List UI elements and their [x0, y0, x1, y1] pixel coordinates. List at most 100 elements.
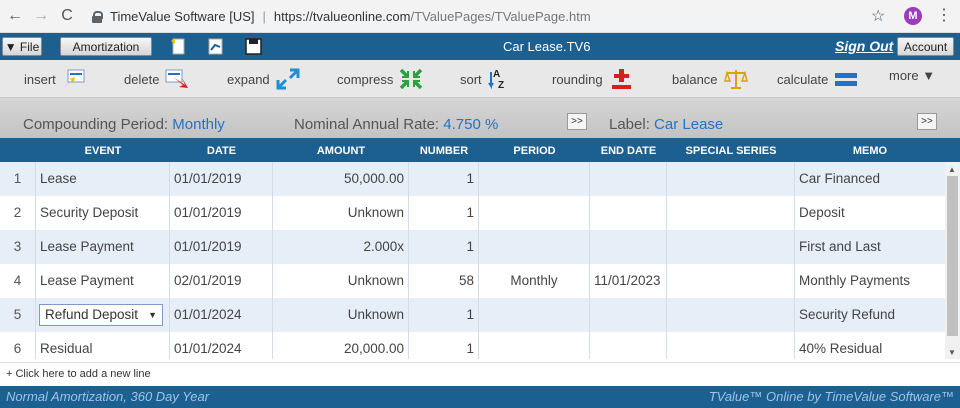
amount-cell[interactable]: 2.000x [273, 230, 409, 264]
memo-cell[interactable]: First and Last [795, 230, 945, 264]
add-new-line-link[interactable]: + Click here to add a new line [0, 362, 960, 384]
end-date-cell[interactable] [590, 162, 667, 196]
end-date-cell[interactable] [590, 298, 667, 332]
special-series-cell[interactable] [667, 230, 795, 264]
event-cell[interactable]: Lease Payment [36, 230, 170, 264]
sign-out-link[interactable]: Sign Out [835, 38, 893, 54]
memo-cell[interactable]: Car Financed [795, 162, 945, 196]
rate-value[interactable]: 4.750 % [443, 116, 498, 133]
memo-cell[interactable]: Security Refund [795, 298, 945, 332]
new-file-icon[interactable] [170, 38, 187, 55]
back-button[interactable]: ← [4, 5, 26, 27]
header-date: DATE [206, 145, 237, 157]
date-cell[interactable]: 01/01/2024 [170, 298, 273, 332]
end-date-cell[interactable] [590, 230, 667, 264]
amount-cell[interactable]: Unknown [273, 264, 409, 298]
period-cell[interactable] [479, 230, 590, 264]
row-number: 5 [0, 298, 36, 332]
compress-tool[interactable]: compress [337, 68, 423, 90]
special-series-cell[interactable] [667, 332, 795, 359]
forward-button[interactable]: → [30, 5, 52, 27]
memo-cell[interactable]: Monthly Payments [795, 264, 945, 298]
scroll-up-icon[interactable]: ▲ [948, 165, 956, 174]
expand-tool[interactable]: expand [227, 68, 300, 90]
table-row[interactable]: 2 Security Deposit 01/01/2019 Unknown 1 … [0, 196, 945, 230]
event-cell[interactable]: Refund Deposit ▼ [36, 298, 170, 332]
event-cell[interactable]: Residual [36, 332, 170, 359]
insert-tool[interactable]: insert [24, 68, 86, 90]
period-cell[interactable]: Monthly [479, 264, 590, 298]
bookmark-star-icon[interactable]: ☆ [871, 6, 885, 26]
url-path: /TValuePages/TValuePage.htm [410, 9, 591, 24]
number-cell[interactable]: 1 [409, 230, 479, 264]
period-cell[interactable] [479, 332, 590, 359]
event-cell[interactable]: Lease [36, 162, 170, 196]
label-label: Label: [609, 116, 650, 133]
calculate-equals-icon [835, 73, 858, 86]
table-row[interactable]: 1 Lease 01/01/2019 50,000.00 1 Car Finan… [0, 162, 945, 196]
amount-cell[interactable]: Unknown [273, 298, 409, 332]
scroll-down-icon[interactable]: ▼ [948, 348, 956, 357]
scrollbar-thumb[interactable] [947, 176, 958, 336]
event-cell[interactable]: Security Deposit [36, 196, 170, 230]
browser-menu-icon[interactable]: ⋮ [936, 5, 952, 25]
event-cell[interactable]: Lease Payment [36, 264, 170, 298]
date-cell[interactable]: 02/01/2019 [170, 264, 273, 298]
period-cell[interactable] [479, 298, 590, 332]
rounding-tool[interactable]: rounding [552, 68, 633, 90]
special-series-cell[interactable] [667, 196, 795, 230]
memo-cell[interactable]: Deposit [795, 196, 945, 230]
vertical-scrollbar[interactable]: ▲ ▼ [945, 162, 960, 359]
compounding-period[interactable]: Compounding Period: Monthly [23, 116, 225, 133]
number-cell[interactable]: 1 [409, 298, 479, 332]
table-row[interactable]: 4 Lease Payment 02/01/2019 Unknown 58 Mo… [0, 264, 945, 298]
svg-text:Z: Z [498, 80, 504, 90]
amount-cell[interactable]: Unknown [273, 196, 409, 230]
table-row[interactable]: 3 Lease Payment 01/01/2019 2.000x 1 Firs… [0, 230, 945, 264]
compounding-value[interactable]: Monthly [172, 116, 225, 133]
number-cell[interactable]: 1 [409, 196, 479, 230]
special-series-cell[interactable] [667, 162, 795, 196]
status-footer: Normal Amortization, 360 Day Year TValue… [0, 386, 960, 408]
amount-cell[interactable]: 20,000.00 [273, 332, 409, 359]
file-menu-button[interactable]: ▼ File [2, 37, 42, 56]
reload-button[interactable]: C [56, 5, 78, 27]
save-icon[interactable] [245, 38, 262, 55]
delete-tool[interactable]: delete [124, 68, 189, 90]
nominal-rate[interactable]: Nominal Annual Rate: 4.750 % [294, 116, 498, 133]
end-date-cell[interactable] [590, 332, 667, 359]
period-cell[interactable] [479, 162, 590, 196]
date-cell[interactable]: 01/01/2019 [170, 196, 273, 230]
compress-icon [400, 68, 423, 90]
end-date-cell[interactable] [590, 196, 667, 230]
settings-expand-button[interactable]: >> [917, 113, 937, 130]
rate-next-button[interactable]: >> [567, 113, 587, 130]
date-cell[interactable]: 01/01/2019 [170, 162, 273, 196]
date-cell[interactable]: 01/01/2024 [170, 332, 273, 359]
address-bar[interactable]: TimeValue Software [US] | https://tvalue… [88, 5, 888, 28]
header-special-series: SPECIAL SERIES [685, 145, 777, 157]
number-cell[interactable]: 1 [409, 332, 479, 359]
number-cell[interactable]: 58 [409, 264, 479, 298]
open-file-icon[interactable] [207, 38, 224, 55]
number-cell[interactable]: 1 [409, 162, 479, 196]
period-cell[interactable] [479, 196, 590, 230]
amount-cell[interactable]: 50,000.00 [273, 162, 409, 196]
calculate-tool[interactable]: calculate [777, 68, 858, 90]
amortization-button[interactable]: Amortization [60, 37, 152, 56]
profile-avatar[interactable]: M [904, 7, 922, 25]
sort-tool[interactable]: sort A Z [460, 68, 512, 90]
more-menu[interactable]: more ▼ [889, 68, 935, 83]
special-series-cell[interactable] [667, 298, 795, 332]
balance-tool[interactable]: balance [672, 68, 748, 90]
date-cell[interactable]: 01/01/2019 [170, 230, 273, 264]
event-type-select[interactable]: Refund Deposit ▼ [39, 304, 163, 326]
label-value[interactable]: Car Lease [654, 116, 723, 133]
end-date-cell[interactable]: 11/01/2023 [590, 264, 667, 298]
memo-cell[interactable]: 40% Residual [795, 332, 945, 359]
label-field[interactable]: Label: Car Lease [609, 116, 723, 133]
table-row[interactable]: 6 Residual 01/01/2024 20,000.00 1 40% Re… [0, 332, 945, 359]
table-row[interactable]: 5 Refund Deposit ▼ 01/01/2024 Unknown 1 … [0, 298, 945, 332]
special-series-cell[interactable] [667, 264, 795, 298]
account-button[interactable]: Account [897, 37, 954, 56]
